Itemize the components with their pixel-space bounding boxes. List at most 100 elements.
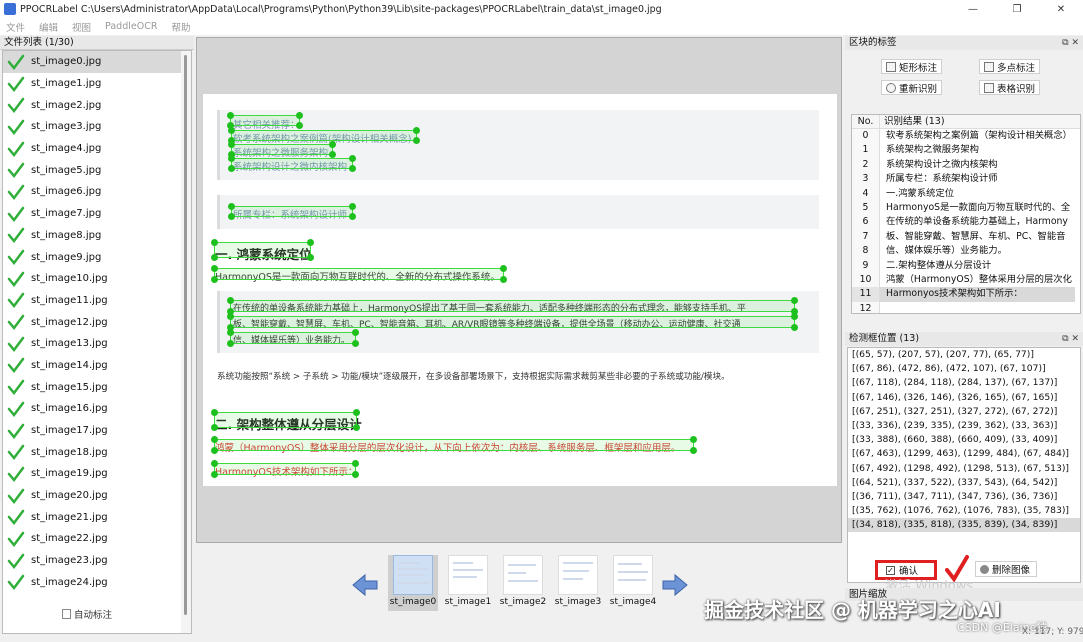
row-text[interactable] <box>880 302 1075 313</box>
prev-arrow-icon[interactable] <box>351 573 379 597</box>
file-list-item[interactable]: st_image20.jpg <box>3 485 191 507</box>
auto-label-button[interactable]: 自动标注 <box>62 606 128 622</box>
recognition-row[interactable]: 11 Harmonyos技术架构如下所示： <box>852 287 1080 302</box>
menu-edit[interactable]: 编辑 <box>39 20 58 34</box>
detection-box[interactable] <box>211 460 359 478</box>
file-list-item[interactable]: st_image8.jpg <box>3 225 191 247</box>
recognition-row[interactable]: 6 在传统的单设备系统能力基础上，Harmony <box>852 215 1080 230</box>
thumbnail-item[interactable]: st_image1 <box>443 555 493 611</box>
file-list[interactable]: st_image0.jpg st_image1.jpg st_image2.jpg s… <box>2 50 192 634</box>
recognition-row[interactable]: 8 信、媒体娱乐等）业务能力。 <box>852 244 1080 259</box>
file-list-item[interactable]: st_image10.jpg <box>3 268 191 290</box>
menu-paddleocr[interactable]: PaddleOCR <box>105 21 157 32</box>
row-text[interactable]: 一.鸿蒙系统定位 <box>880 187 1075 201</box>
table-ocr-button[interactable]: 表格识别 <box>979 80 1041 95</box>
file-list-item[interactable]: st_image23.jpg <box>3 550 191 572</box>
file-list-item[interactable]: st_image3.jpg <box>3 116 191 138</box>
row-text[interactable]: 在传统的单设备系统能力基础上，Harmony <box>880 215 1075 229</box>
recognition-row[interactable]: 10 鸿蒙（HarmonyOS）整体采用分层的层次化 <box>852 272 1080 288</box>
recognition-row[interactable]: 4 一.鸿蒙系统定位 <box>852 186 1080 201</box>
menu-view[interactable]: 视图 <box>72 20 91 34</box>
recognition-row[interactable]: 3 所属专栏：系统架构设计师 <box>852 172 1080 187</box>
thumbnail-item[interactable]: st_image3 <box>553 555 603 611</box>
detection-box[interactable] <box>211 436 697 454</box>
row-text[interactable]: Harmonyos技术架构如下所示： <box>880 287 1075 302</box>
row-text[interactable]: 系统架构之微服务架构 <box>880 143 1075 157</box>
detection-box-item[interactable]: [(36, 711), (347, 711), (347, 736), (36,… <box>848 490 1080 504</box>
menu-help[interactable]: 帮助 <box>171 20 190 34</box>
delete-image-button[interactable]: 删除图像 <box>975 561 1037 577</box>
file-list-item[interactable]: st_image13.jpg <box>3 333 191 355</box>
file-list-item[interactable]: st_image5.jpg <box>3 159 191 181</box>
maximize-button[interactable]: ❐ <box>995 0 1039 18</box>
menu-file[interactable]: 文件 <box>6 20 25 34</box>
recognition-row[interactable]: 1 系统架构之微服务架构 <box>852 143 1080 158</box>
detection-box[interactable] <box>227 329 359 347</box>
detection-box-item[interactable]: [(34, 818), (335, 818), (335, 839), (34,… <box>848 518 1080 533</box>
detection-box-item[interactable]: [(67, 118), (284, 118), (284, 137), (67,… <box>848 376 1080 390</box>
file-list-item[interactable]: st_image16.jpg <box>3 398 191 420</box>
file-list-scrollbar[interactable] <box>181 51 191 633</box>
file-list-item[interactable]: st_image12.jpg <box>3 311 191 333</box>
file-list-item[interactable]: st_image15.jpg <box>3 376 191 398</box>
detection-box[interactable] <box>227 297 798 315</box>
detection-box[interactable] <box>228 155 356 172</box>
row-text[interactable]: 系统架构设计之微内核架构 <box>880 158 1075 172</box>
next-arrow-icon[interactable] <box>661 573 689 597</box>
file-list-item[interactable]: st_image18.jpg <box>3 441 191 463</box>
recognition-row[interactable]: 12 <box>852 301 1080 313</box>
detection-box-item[interactable]: [(67, 251), (327, 251), (327, 272), (67,… <box>848 405 1080 419</box>
thumbnail-item[interactable]: st_image0 <box>388 555 438 611</box>
thumbnail-item[interactable]: st_image2 <box>498 555 548 611</box>
row-text[interactable]: 软考系统架构之案例篇（架构设计相关概念） <box>880 129 1075 143</box>
file-list-item[interactable]: st_image11.jpg <box>3 290 191 312</box>
row-text[interactable]: HarmonyoS是一款面向万物互联时代的、全 <box>880 201 1075 215</box>
file-list-item[interactable]: st_image0.jpg <box>3 51 191 73</box>
detection-box-list[interactable]: [(65, 57), (207, 57), (207, 77), (65, 77… <box>847 347 1081 583</box>
detection-box-item[interactable]: [(64, 521), (337, 522), (337, 543), (64,… <box>848 476 1080 490</box>
reocr-button[interactable]: 重新识别 <box>881 80 943 95</box>
poly-label-button[interactable]: 多点标注 <box>979 59 1041 74</box>
detection-box[interactable] <box>228 141 336 158</box>
file-list-item[interactable]: st_image17.jpg <box>3 420 191 442</box>
file-list-item[interactable]: st_image4.jpg <box>3 138 191 160</box>
file-list-item[interactable]: st_image1.jpg <box>3 73 191 95</box>
file-list-item[interactable]: st_image24.jpg <box>3 572 191 594</box>
detection-box-item[interactable]: [(67, 463), (1299, 463), (1299, 484), (6… <box>848 447 1080 461</box>
detection-box-item[interactable]: [(67, 86), (472, 86), (472, 107), (67, 1… <box>848 362 1080 376</box>
recognition-table[interactable]: No. 识别结果 (13) 0 软考系统架构之案例篇（架构设计相关概念） 1 系统架构… <box>851 114 1081 314</box>
recognition-row[interactable]: 7 板、智能穿戴、智慧屏、车机、PC、智能音 <box>852 229 1080 245</box>
file-list-item[interactable]: st_image14.jpg <box>3 355 191 377</box>
file-list-item[interactable]: st_image21.jpg <box>3 506 191 528</box>
recognition-row[interactable]: 5 HarmonyoS是一款面向万物互联时代的、全 <box>852 200 1080 216</box>
detection-box-item[interactable]: [(33, 336), (239, 335), (239, 362), (33,… <box>848 419 1080 433</box>
panel-float-close-icon[interactable]: ⧉ ✕ <box>1062 36 1079 50</box>
file-list-item[interactable]: st_image19.jpg <box>3 463 191 485</box>
minimize-button[interactable]: — <box>951 0 995 18</box>
file-list-item[interactable]: st_image9.jpg <box>3 246 191 268</box>
detection-box[interactable] <box>211 239 314 261</box>
image-canvas[interactable]: 其它相关推荐： 软考系统架构之案例篇(架构设计相关概念) 系统架构之微服务架构 … <box>196 37 842 543</box>
file-list-item[interactable]: st_image6.jpg <box>3 181 191 203</box>
rect-label-button[interactable]: 矩形标注 <box>881 59 943 74</box>
detection-box[interactable] <box>227 112 303 129</box>
row-text[interactable]: 二.架构整体遵从分层设计 <box>880 259 1075 273</box>
close-button[interactable]: ✕ <box>1039 0 1083 18</box>
detection-box[interactable] <box>228 203 356 220</box>
detection-box-item[interactable]: [(67, 146), (326, 146), (326, 165), (67,… <box>848 391 1080 405</box>
thumbnail-item[interactable]: st_image4 <box>608 555 658 611</box>
file-list-item[interactable]: st_image2.jpg <box>3 94 191 116</box>
detection-box-item[interactable]: [(67, 492), (1298, 492), (1298, 513), (6… <box>848 462 1080 476</box>
detection-box[interactable] <box>211 265 507 283</box>
recognition-row[interactable]: 9 二.架构整体遵从分层设计 <box>852 258 1080 273</box>
row-text[interactable]: 板、智能穿戴、智慧屏、车机、PC、智能音 <box>880 230 1075 244</box>
row-text[interactable]: 鸿蒙（HarmonyOS）整体采用分层的层次化 <box>880 273 1075 287</box>
detection-box-item[interactable]: [(33, 388), (660, 388), (660, 409), (33,… <box>848 433 1080 447</box>
recognition-row[interactable]: 0 软考系统架构之案例篇（架构设计相关概念） <box>852 129 1080 144</box>
row-text[interactable]: 所属专栏：系统架构设计师 <box>880 172 1075 186</box>
row-text[interactable]: 信、媒体娱乐等）业务能力。 <box>880 244 1075 258</box>
file-list-item[interactable]: st_image22.jpg <box>3 528 191 550</box>
panel-float-close-icon[interactable]: ⧉ ✕ <box>1062 332 1079 346</box>
file-list-item[interactable]: st_image7.jpg <box>3 203 191 225</box>
recognition-row[interactable]: 2 系统架构设计之微内核架构 <box>852 157 1080 173</box>
